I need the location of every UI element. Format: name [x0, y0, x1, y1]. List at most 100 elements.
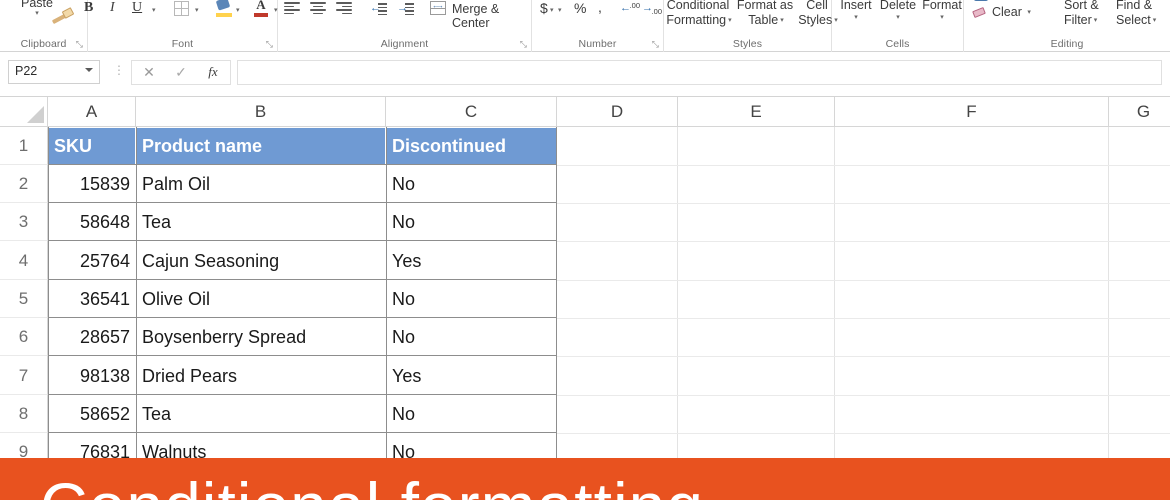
insert-cells-button[interactable]: Insert ▾: [836, 0, 876, 21]
column-header-e[interactable]: E: [678, 97, 835, 127]
column-header-d[interactable]: D: [557, 97, 678, 127]
cell-a5[interactable]: 36541: [49, 281, 135, 318]
cell-a4[interactable]: 25764: [49, 242, 135, 280]
ribbon-group-alignment: ← → ← → Merge & Center ▾ Alignment ⤡: [278, 0, 554, 52]
row-header-1[interactable]: 1: [0, 127, 48, 165]
cell-b5[interactable]: Olive Oil: [137, 281, 385, 318]
column-header-c[interactable]: C: [386, 97, 557, 127]
fill-icon[interactable]: [974, 0, 988, 1]
insert-function-icon[interactable]: fx: [198, 64, 228, 80]
select-all-corner[interactable]: [0, 97, 48, 127]
decrease-decimal-icon[interactable]: → .00: [642, 2, 662, 16]
cell-b8[interactable]: Tea: [137, 396, 385, 433]
borders-caret-icon[interactable]: ▾: [195, 6, 199, 14]
column-header-b[interactable]: B: [136, 97, 386, 127]
increase-decimal-icon[interactable]: ← .00: [620, 2, 640, 16]
row-header-4[interactable]: 4: [0, 241, 48, 280]
column-header-f[interactable]: F: [835, 97, 1109, 127]
merge-center-label[interactable]: Merge & Center: [452, 2, 531, 30]
cell-a6[interactable]: 28657: [49, 319, 135, 356]
formula-bar-options-icon[interactable]: ⋮: [113, 64, 125, 76]
comma-format-button[interactable]: ,: [598, 0, 602, 15]
sort-filter-button[interactable]: Sort & Filter ▾: [1064, 0, 1114, 30]
fill-color-caret-icon[interactable]: ▾: [236, 6, 240, 14]
cell-c4[interactable]: Yes: [387, 242, 556, 280]
merge-center-icon[interactable]: ← →: [430, 1, 446, 15]
chevron-down-icon[interactable]: [85, 68, 93, 72]
fill-color-icon[interactable]: [215, 0, 232, 17]
find-select-button[interactable]: Find & Select ▾: [1116, 0, 1168, 30]
insert-caret-icon: ▾: [854, 14, 858, 21]
underline-caret-icon[interactable]: ▾: [152, 6, 156, 14]
cell-a3[interactable]: 58648: [49, 204, 135, 241]
row-header-6[interactable]: 6: [0, 318, 48, 356]
delete-label: Delete: [879, 0, 917, 12]
delete-cells-button[interactable]: Delete ▾: [876, 0, 920, 21]
name-box-value: P22: [15, 64, 38, 78]
number-dialog-launcher[interactable]: ⤡: [652, 40, 659, 49]
cell-c8[interactable]: No: [387, 396, 556, 433]
cell-b2[interactable]: Palm Oil: [137, 166, 385, 203]
row-header-2[interactable]: 2: [0, 165, 48, 203]
delete-caret-icon: ▾: [896, 14, 900, 21]
row-header-7[interactable]: 7: [0, 356, 48, 395]
align-right-icon[interactable]: [336, 2, 352, 15]
cell-a7[interactable]: 98138: [49, 357, 135, 395]
cell-b7[interactable]: Dried Pears: [137, 357, 385, 395]
cell-b1[interactable]: Product name: [137, 128, 385, 164]
font-color-icon[interactable]: A: [253, 0, 269, 17]
row-header-5[interactable]: 5: [0, 280, 48, 318]
cell-b3[interactable]: Tea: [137, 204, 385, 241]
cancel-formula-icon[interactable]: ✕: [134, 64, 164, 81]
cell-c3[interactable]: No: [387, 204, 556, 241]
format-cells-button[interactable]: Format ▾: [919, 0, 965, 21]
cell-c1[interactable]: Discontinued: [387, 128, 556, 164]
cell-a8[interactable]: 58652: [49, 396, 135, 433]
format-as-table-caret-icon: ▾: [780, 17, 784, 24]
row-header-8[interactable]: 8: [0, 395, 48, 433]
confirm-formula-icon[interactable]: ✓: [166, 64, 196, 81]
column-header-a[interactable]: A: [48, 97, 136, 127]
percent-format-button[interactable]: %: [574, 0, 586, 16]
insert-label: Insert: [840, 0, 872, 12]
ribbon-group-editing: Fill Clear ▾ Sort & Filter▾ Find & Selec…: [964, 0, 1170, 52]
fill-label[interactable]: Fill: [992, 0, 1006, 3]
font-dialog-launcher[interactable]: ⤡: [266, 40, 273, 49]
row-header-3[interactable]: 3: [0, 203, 48, 241]
font-color-caret-icon[interactable]: ▾: [274, 6, 278, 14]
increase-indent-icon[interactable]: →: [397, 2, 414, 16]
find-select-line1: Find &: [1116, 0, 1153, 12]
alignment-dialog-launcher[interactable]: ⤡: [520, 40, 527, 49]
decrease-indent-icon[interactable]: ←: [370, 2, 387, 16]
formula-input[interactable]: [237, 60, 1162, 85]
cell-styles-line1: Cell: [806, 0, 828, 12]
cell-c6[interactable]: No: [387, 319, 556, 356]
conditional-formatting-line2: Formatting: [666, 13, 727, 27]
align-center-icon[interactable]: [310, 2, 326, 15]
format-painter-icon[interactable]: [51, 7, 75, 25]
borders-icon[interactable]: [174, 1, 189, 16]
currency-format-button[interactable]: $: [540, 0, 548, 16]
cell-a1[interactable]: SKU: [49, 128, 135, 164]
column-header-g[interactable]: G: [1109, 97, 1170, 127]
format-as-table-line2: Table: [748, 13, 779, 27]
italic-button[interactable]: I: [110, 0, 115, 16]
bold-button[interactable]: B: [84, 0, 93, 16]
name-box[interactable]: P22: [8, 60, 100, 84]
cell-c2[interactable]: No: [387, 166, 556, 203]
clear-button[interactable]: Clear ▾: [992, 5, 1031, 22]
cell-c5[interactable]: No: [387, 281, 556, 318]
conditional-formatting-button[interactable]: Conditional Formatting ▾: [662, 0, 734, 30]
format-as-table-button[interactable]: Format as Table ▾: [732, 0, 798, 30]
cell-a2[interactable]: 15839: [49, 166, 135, 203]
group-label-cells: Cells: [885, 38, 910, 50]
underline-button[interactable]: U: [132, 0, 142, 16]
excel-window: Paste ▾ Clipboard ⤡ B I U ▾ ▾ ▾ A ▾ Font…: [0, 0, 1170, 500]
clear-icon[interactable]: [972, 7, 988, 19]
align-left-icon[interactable]: [284, 2, 300, 15]
clipboard-dialog-launcher[interactable]: ⤡: [76, 40, 83, 49]
cell-b4[interactable]: Cajun Seasoning: [137, 242, 385, 280]
currency-caret-icon[interactable]: ▾: [558, 6, 562, 14]
cell-b6[interactable]: Boysenberry Spread: [137, 319, 385, 356]
cell-c7[interactable]: Yes: [387, 357, 556, 395]
